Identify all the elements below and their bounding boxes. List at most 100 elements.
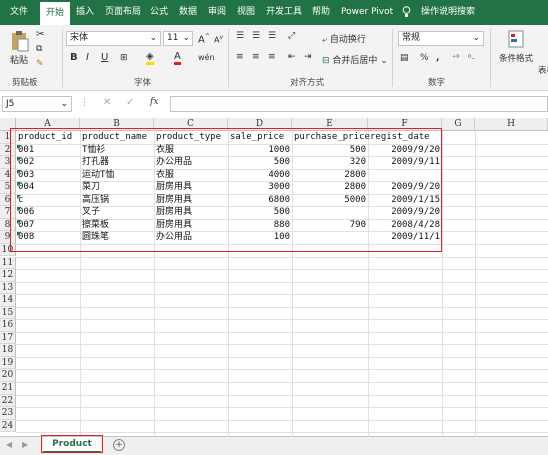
font-name-value: 宋体 [70, 33, 89, 43]
chevron-down-icon: ⌄ [149, 33, 157, 43]
row-header-12[interactable]: 12 [0, 269, 16, 282]
formula-bar: J5 ⌄ ⋮ ✕ ✓ fx [0, 94, 548, 114]
tab-page-layout[interactable]: 页面布局 [99, 0, 147, 25]
align-top-icon[interactable]: ☰ [236, 31, 244, 41]
name-box-value: J5 [6, 99, 15, 109]
row-header-24[interactable]: 24 [0, 419, 16, 433]
tab-insert[interactable]: 插入 [70, 0, 100, 25]
column-header-h[interactable]: H [475, 118, 548, 131]
separator [62, 29, 63, 87]
paste-button[interactable]: 粘贴 [10, 53, 28, 66]
chevron-down-icon: ⌄ [472, 33, 480, 43]
row-header-17[interactable]: 17 [0, 331, 16, 345]
shrink-font-button[interactable]: Av [214, 34, 223, 45]
row-header-21[interactable]: 21 [0, 382, 16, 395]
paste-icon[interactable] [10, 30, 30, 52]
tab-home[interactable]: 开始 [40, 2, 71, 25]
align-middle-icon[interactable]: ☰ [252, 31, 260, 41]
row-header-23[interactable]: 23 [0, 407, 16, 420]
merge-icon: ⊟ [322, 56, 330, 66]
decrease-decimal-icon[interactable]: ⁰₋ [468, 53, 475, 62]
gridline [16, 407, 548, 409]
align-left-icon[interactable]: ≡ [236, 52, 244, 62]
scroll-left-icon[interactable]: ◀ [6, 440, 12, 449]
sheet-tab-highlight-box [41, 435, 103, 453]
number-format-select[interactable]: 常规 ⌄ [398, 31, 484, 46]
gridline [16, 319, 548, 321]
chevron-down-icon: ⌄ [182, 33, 190, 43]
tell-me-search[interactable]: 操作说明搜索 [415, 0, 481, 25]
gridline [16, 394, 548, 396]
currency-icon[interactable]: ▤ [400, 53, 409, 63]
row-header-13[interactable]: 13 [0, 281, 16, 295]
format-painter-icon[interactable]: ✎ [36, 59, 44, 69]
merge-center-button[interactable]: ⊟ 合并后居中 ⌄ [322, 53, 388, 66]
comma-button[interactable]: , [436, 53, 439, 63]
align-bottom-icon[interactable]: ☰ [268, 31, 276, 41]
outdent-icon[interactable]: ⇥ [304, 52, 312, 62]
name-box[interactable]: J5 ⌄ [2, 96, 72, 112]
conditional-format-button[interactable]: 条件格式 [499, 52, 533, 64]
number-group-label: 数字 [428, 78, 446, 88]
italic-button[interactable]: I [86, 52, 89, 63]
font-size-select[interactable]: 11 ⌄ [163, 31, 193, 46]
cancel-icon[interactable]: ✕ [103, 97, 111, 108]
tab-view[interactable]: 视图 [231, 0, 261, 25]
tab-developer[interactable]: 开发工具 [260, 0, 308, 25]
grow-font-button[interactable]: A^ [198, 33, 210, 45]
format-as-table-button[interactable]: 表格 [538, 64, 548, 76]
separator [490, 29, 491, 87]
row-header-11[interactable]: 11 [0, 256, 16, 270]
font-color-icon[interactable]: A [174, 51, 181, 65]
wrap-text-button[interactable]: ⤶ 自动换行 [322, 32, 366, 45]
column-header-g[interactable]: G [442, 118, 475, 131]
row-header-19[interactable]: 19 [0, 356, 16, 370]
clipboard-group-label: 剪贴板 [12, 78, 38, 88]
gridline [16, 281, 548, 283]
tab-review[interactable]: 审阅 [202, 0, 232, 25]
tab-file[interactable]: 文件 [4, 0, 34, 25]
row-header-20[interactable]: 20 [0, 369, 16, 382]
phonetic-button[interactable]: wén [198, 53, 215, 62]
fill-color-icon[interactable]: ◈ [146, 51, 154, 65]
menu-bar: 文件 开始 插入 页面布局 公式 数据 审阅 视图 开发工具 帮助 Power … [0, 0, 548, 25]
tab-help[interactable]: 帮助 [306, 0, 336, 25]
underline-button[interactable]: U [101, 52, 108, 63]
copy-icon[interactable]: ⧉ [36, 44, 42, 54]
tab-data[interactable]: 数据 [173, 0, 203, 25]
gridline [16, 331, 548, 333]
ribbon: 粘贴 ✂ ⧉ ✎ 剪贴板 宋体 ⌄ 11 ⌄ A^ Av B I U ⊞ ◈ A w… [0, 25, 548, 91]
more-options-icon[interactable]: ⋮ [80, 98, 89, 108]
number-format-value: 常规 [402, 33, 421, 43]
tab-power-pivot[interactable]: Power Pivot [335, 0, 399, 25]
gridline [16, 356, 548, 358]
insert-function-button[interactable]: fx [150, 97, 158, 107]
indent-icon[interactable]: ⇤ [288, 52, 296, 62]
gridline [16, 294, 548, 296]
align-right-icon[interactable]: ≡ [268, 52, 276, 62]
align-center-icon[interactable]: ≡ [252, 52, 260, 62]
formula-input[interactable] [170, 96, 548, 112]
enter-icon[interactable]: ✓ [126, 97, 134, 108]
font-name-select[interactable]: 宋体 ⌄ [66, 31, 161, 46]
bold-button[interactable]: B [70, 52, 78, 63]
percent-button[interactable]: % [420, 53, 429, 63]
alignment-group-label: 对齐方式 [290, 78, 325, 88]
row-header-14[interactable]: 14 [0, 294, 16, 307]
gridline [16, 382, 548, 383]
row-header-18[interactable]: 18 [0, 344, 16, 357]
scroll-right-icon[interactable]: ▶ [22, 440, 28, 449]
gridline [16, 256, 548, 258]
row-header-16[interactable]: 16 [0, 319, 16, 332]
increase-decimal-icon[interactable]: ⁺⁰ [452, 53, 459, 62]
add-sheet-button[interactable]: + [113, 439, 125, 451]
gridline [16, 269, 548, 271]
table-highlight-box [10, 128, 442, 252]
tab-formulas[interactable]: 公式 [144, 0, 174, 25]
orientation-icon[interactable]: ⤢ [288, 31, 295, 41]
conditional-format-icon[interactable] [508, 30, 524, 48]
border-icon[interactable]: ⊞ [120, 53, 128, 63]
row-header-22[interactable]: 22 [0, 394, 16, 408]
cut-icon[interactable]: ✂ [36, 29, 44, 40]
row-header-15[interactable]: 15 [0, 306, 16, 320]
